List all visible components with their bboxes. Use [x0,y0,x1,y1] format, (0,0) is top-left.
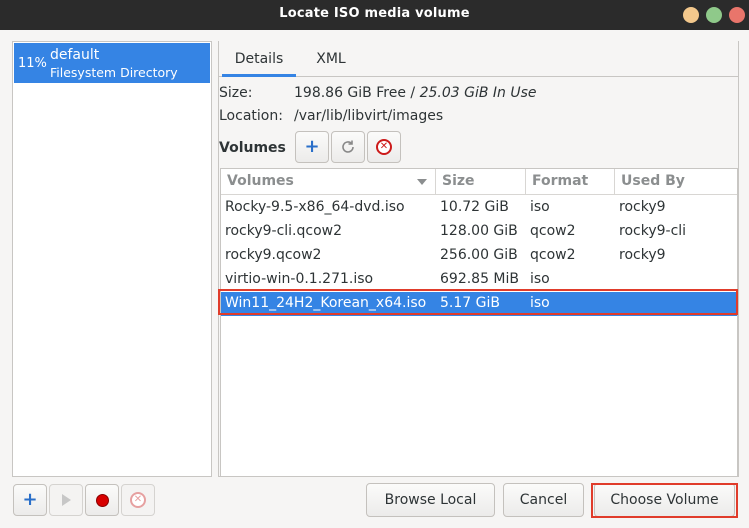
stop-pool-button[interactable] [85,484,119,516]
choose-volume-button[interactable]: Choose Volume [594,483,735,517]
column-header-used-by[interactable]: Used By [615,169,737,195]
volume-name: Win11_24H2_Korean_x64.iso [225,295,427,311]
volume-format: qcow2 [530,223,576,239]
volumes-table: Volumes Size Format Used By Rocky-9.5-x8… [220,168,738,477]
volume-size: 5.17 GiB [440,295,500,311]
table-row-selected[interactable]: Win11_24H2_Korean_x64.iso 5.17 GiB iso [221,292,737,316]
add-pool-button[interactable]: + [13,484,47,516]
maximize-button[interactable] [706,7,722,23]
title-bar: Locate ISO media volume [0,0,749,30]
add-volume-button[interactable]: + [295,131,329,163]
size-free: 198.86 GiB Free [294,85,406,101]
column-header-size[interactable]: Size [436,169,526,195]
delete-icon: ✕ [130,492,146,508]
tab-details[interactable]: Details [222,41,296,77]
window-title: Locate ISO media volume [279,6,470,21]
column-header-format[interactable]: Format [526,169,615,195]
pool-usage: 11% [18,56,47,71]
volume-name: rocky9.qcow2 [225,247,322,263]
refresh-volumes-button[interactable] [331,131,365,163]
volume-format: iso [530,199,550,215]
pool-list: 11% default Filesystem Directory [12,41,212,477]
volume-format: iso [530,271,550,287]
plus-icon: + [22,489,38,510]
close-window-button[interactable] [729,7,745,23]
column-header-volumes[interactable]: Volumes [221,169,436,195]
stop-icon [95,493,109,507]
pool-item-default[interactable]: 11% default Filesystem Directory [14,43,210,83]
delete-volume-button[interactable]: ✕ [367,131,401,163]
volume-format: qcow2 [530,247,576,263]
play-icon [61,494,71,506]
location-label: Location: [219,108,283,124]
volume-size: 692.85 MiB [440,271,520,287]
volume-used-by: rocky9 [619,199,666,215]
minimize-button[interactable] [683,7,699,23]
volume-size: 256.00 GiB [440,247,518,263]
volume-format: iso [530,295,550,311]
table-header: Volumes Size Format Used By [221,169,737,195]
table-row[interactable]: Rocky-9.5-x86_64-dvd.iso 10.72 GiB iso r… [221,196,737,220]
volume-size: 10.72 GiB [440,199,509,215]
size-value: 198.86 GiB Free / 25.03 GiB In Use [294,85,537,101]
cancel-button[interactable]: Cancel [503,483,584,517]
volume-size: 128.00 GiB [440,223,518,239]
table-row[interactable]: virtio-win-0.1.271.iso 692.85 MiB iso [221,268,737,292]
browse-local-button[interactable]: Browse Local [366,483,495,517]
pool-name: default [50,47,100,63]
volume-name: rocky9-cli.qcow2 [225,223,342,239]
delete-icon: ✕ [376,139,392,155]
tab-xml[interactable]: XML [306,41,356,77]
size-label: Size: [219,85,253,101]
table-row[interactable]: rocky9-cli.qcow2 128.00 GiB qcow2 rocky9… [221,220,737,244]
size-in-use: 25.03 GiB In Use [419,85,537,101]
volume-name: virtio-win-0.1.271.iso [225,271,374,287]
pool-type: Filesystem Directory [50,65,178,80]
volume-used-by: rocky9 [619,247,666,263]
size-separator: / [405,85,420,101]
sort-descending-icon [417,179,427,185]
delete-pool-button[interactable]: ✕ [121,484,155,516]
volume-name: Rocky-9.5-x86_64-dvd.iso [225,199,405,215]
start-pool-button[interactable] [49,484,83,516]
plus-icon: + [304,136,320,157]
tab-bar: Details XML [218,41,739,77]
table-row[interactable]: rocky9.qcow2 256.00 GiB qcow2 rocky9 [221,244,737,268]
volume-used-by: rocky9-cli [619,223,687,239]
volumes-label: Volumes [219,140,286,156]
refresh-icon [342,140,354,153]
location-value: /var/lib/libvirt/images [294,108,444,124]
